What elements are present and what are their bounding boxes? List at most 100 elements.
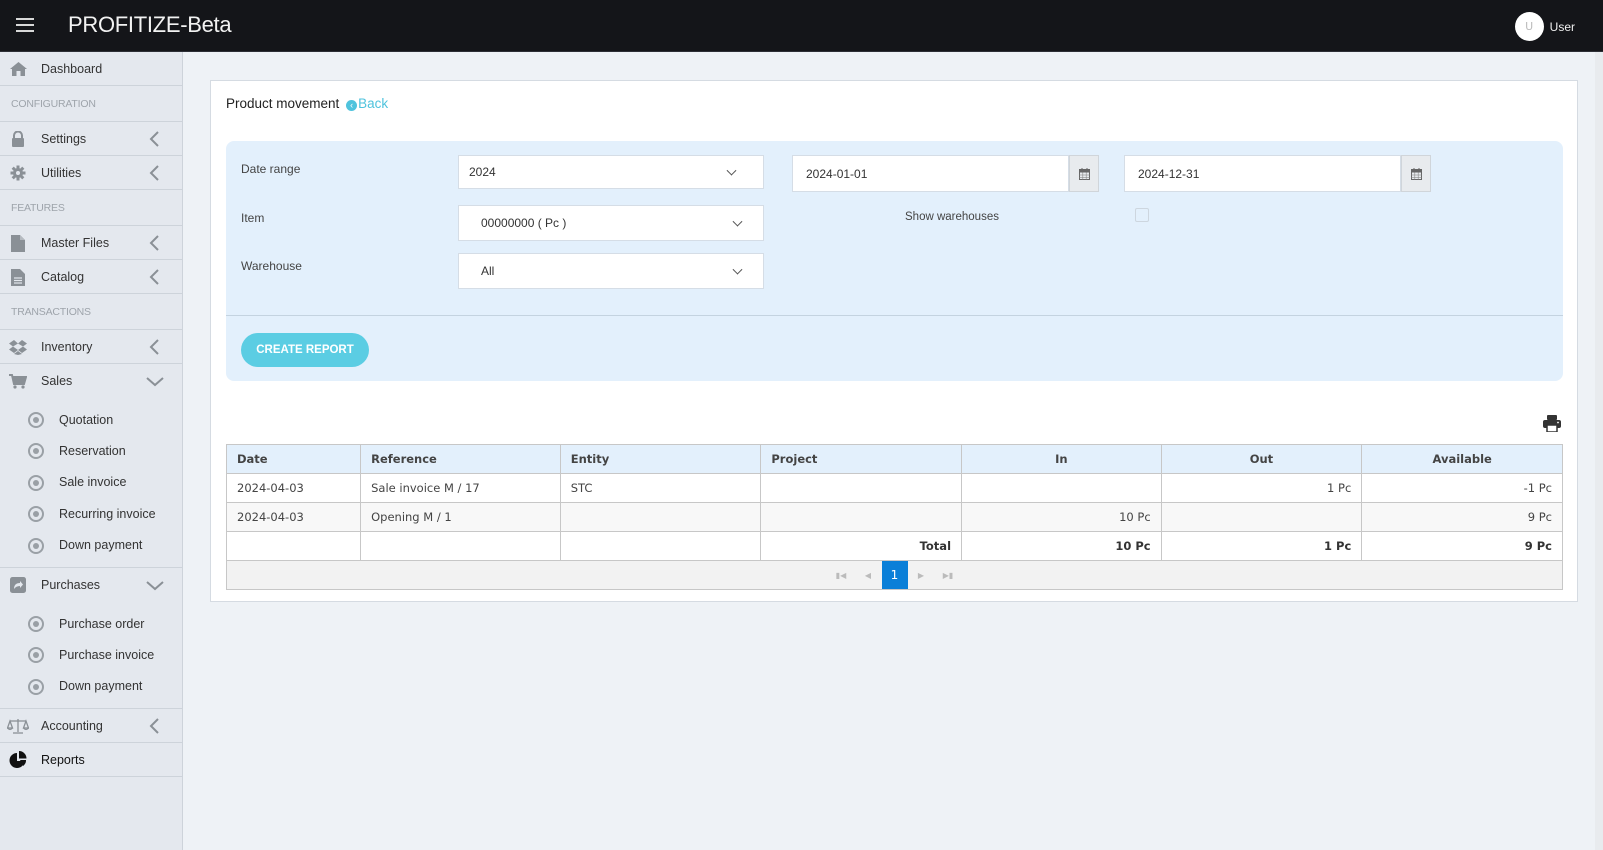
sidebar-item-accounting[interactable]: Accounting (0, 709, 182, 744)
print-icon[interactable] (1543, 415, 1561, 433)
scrollbar[interactable] (1595, 52, 1603, 850)
warehouse-select[interactable]: All (458, 253, 764, 289)
pie-chart-icon (9, 751, 27, 769)
cell-empty (360, 531, 561, 561)
report-panel: Product movement ‹ Back Date range 2024 2… (210, 80, 1578, 602)
gear-icon (9, 165, 27, 181)
sidebar-item-label: Reports (41, 752, 85, 767)
pagination: ▮◀ ◀ 1 ▶ ▶▮ (226, 560, 1563, 590)
sidebar-item-label: Purchase order (59, 616, 145, 631)
item-label: Item (241, 211, 265, 225)
section-configuration: CONFIGURATION (0, 86, 182, 122)
circle-dot-icon (28, 678, 44, 695)
back-link[interactable]: ‹ Back (343, 96, 388, 111)
warehouse-value: All (481, 264, 495, 278)
menu-toggle-icon[interactable] (16, 18, 34, 32)
cell-reference: Sale invoice M / 17 (360, 473, 561, 503)
sidebar-item-recurring-invoice[interactable]: Recurring invoice (0, 498, 182, 529)
column-header-reference[interactable]: Reference (360, 444, 561, 474)
column-header-in[interactable]: In (961, 444, 1162, 474)
balance-scale-icon (7, 718, 29, 734)
circle-dot-icon (28, 474, 44, 491)
date-range-value: 2024 (469, 165, 496, 179)
last-page-icon[interactable]: ▶▮ (935, 562, 962, 589)
sidebar-item-sales[interactable]: Sales (0, 364, 182, 398)
app-title: PROFITIZE-Beta (68, 12, 232, 37)
sidebar-item-utilities[interactable]: Utilities (0, 156, 182, 190)
date-range-select[interactable]: 2024 (458, 155, 764, 189)
sidebar: Dashboard CONFIGURATION Settings Utiliti… (0, 52, 183, 850)
sidebar-item-reports[interactable]: Reports (0, 743, 182, 778)
cell-date: 2024-04-03 (225, 502, 362, 532)
chevron-down-icon (732, 264, 743, 275)
lock-icon (9, 131, 27, 147)
purchases-submenu: Purchase order Purchase invoice Down pay… (0, 602, 182, 710)
chevron-left-icon (148, 165, 162, 181)
date-to-input[interactable]: 2024-12-31 (1124, 155, 1401, 192)
table-row[interactable]: 2024-04-03 Sale invoice M / 17 STC 1 Pc … (225, 473, 1563, 503)
show-warehouses-label: Show warehouses (905, 211, 999, 223)
sidebar-item-reservation[interactable]: Reservation (0, 435, 182, 466)
sidebar-item-purchase-invoice[interactable]: Purchase invoice (0, 639, 182, 670)
top-bar: PROFITIZE-Beta U User (0, 0, 1603, 52)
date-to-value: 2024-12-31 (1138, 167, 1200, 181)
total-in: 10 Pc (961, 531, 1162, 561)
sidebar-item-purchase-order[interactable]: Purchase order (0, 608, 182, 639)
cell-out: 1 Pc (1160, 473, 1363, 503)
cell-empty (559, 531, 762, 561)
cell-available: -1 Pc (1361, 473, 1563, 503)
column-header-date[interactable]: Date (225, 444, 362, 474)
cell-in: 10 Pc (961, 502, 1162, 532)
cell-date: 2024-04-03 (225, 473, 362, 503)
chevron-left-icon (148, 718, 162, 734)
sidebar-item-label: Down payment (59, 538, 143, 553)
cell-in (961, 473, 1162, 503)
prev-page-icon[interactable]: ◀ (855, 562, 882, 589)
sales-submenu: Quotation Reservation Sale invoice Recur… (0, 398, 182, 568)
date-range-label: Date range (241, 162, 301, 176)
sidebar-item-dashboard[interactable]: Dashboard (0, 52, 182, 86)
cell-project (760, 473, 963, 503)
sidebar-item-sale-invoice[interactable]: Sale invoice (0, 467, 182, 498)
sidebar-item-quotation[interactable]: Quotation (0, 404, 182, 435)
avatar: U (1514, 12, 1544, 41)
show-warehouses-checkbox[interactable] (1135, 208, 1149, 222)
date-from-calendar-button[interactable] (1069, 155, 1099, 192)
sidebar-item-label: Quotation (59, 412, 114, 427)
chevron-down-icon (726, 165, 737, 176)
user-menu[interactable]: U User (1514, 12, 1575, 41)
circle-dot-icon (28, 537, 44, 554)
column-header-out[interactable]: Out (1160, 444, 1363, 474)
column-header-entity[interactable]: Entity (559, 444, 762, 474)
page-current[interactable]: 1 (881, 561, 908, 589)
date-to-calendar-button[interactable] (1401, 155, 1431, 192)
column-header-available[interactable]: Available (1361, 444, 1563, 474)
sidebar-item-purchases-down-payment[interactable]: Down payment (0, 671, 182, 702)
table-row[interactable]: 2024-04-03 Opening M / 1 10 Pc 9 Pc (225, 502, 1563, 532)
cell-project (760, 502, 963, 532)
sidebar-item-purchases[interactable]: Purchases (0, 568, 182, 602)
next-page-icon[interactable]: ▶ (908, 562, 935, 589)
file-text-icon (9, 268, 27, 286)
sidebar-item-catalog[interactable]: Catalog (0, 260, 182, 294)
sidebar-item-inventory[interactable]: Inventory (0, 330, 182, 364)
circle-dot-icon (28, 506, 44, 523)
page-title-text: Product movement (226, 96, 340, 111)
cell-reference: Opening M / 1 (360, 502, 561, 532)
cell-empty (225, 531, 362, 561)
calendar-icon (1078, 167, 1090, 180)
create-report-button[interactable]: CREATE REPORT (241, 333, 369, 367)
page-title: Product movement ‹ Back (226, 96, 388, 111)
item-select[interactable]: 00000000 ( Pc ) (458, 205, 764, 241)
filter-form: Date range 2024 2024-01-01 2024-12-31 It… (226, 141, 1563, 381)
sidebar-item-settings[interactable]: Settings (0, 122, 182, 156)
sidebar-item-label: Sale invoice (59, 475, 127, 490)
sidebar-item-label: Master Files (41, 235, 110, 250)
date-from-input[interactable]: 2024-01-01 (792, 155, 1069, 192)
sidebar-item-master-files[interactable]: Master Files (0, 226, 182, 260)
sidebar-item-label: Catalog (41, 269, 85, 284)
column-header-project[interactable]: Project (760, 444, 963, 474)
file-icon (9, 234, 27, 252)
sidebar-item-sales-down-payment[interactable]: Down payment (0, 530, 182, 561)
first-page-icon[interactable]: ▮◀ (828, 562, 855, 589)
